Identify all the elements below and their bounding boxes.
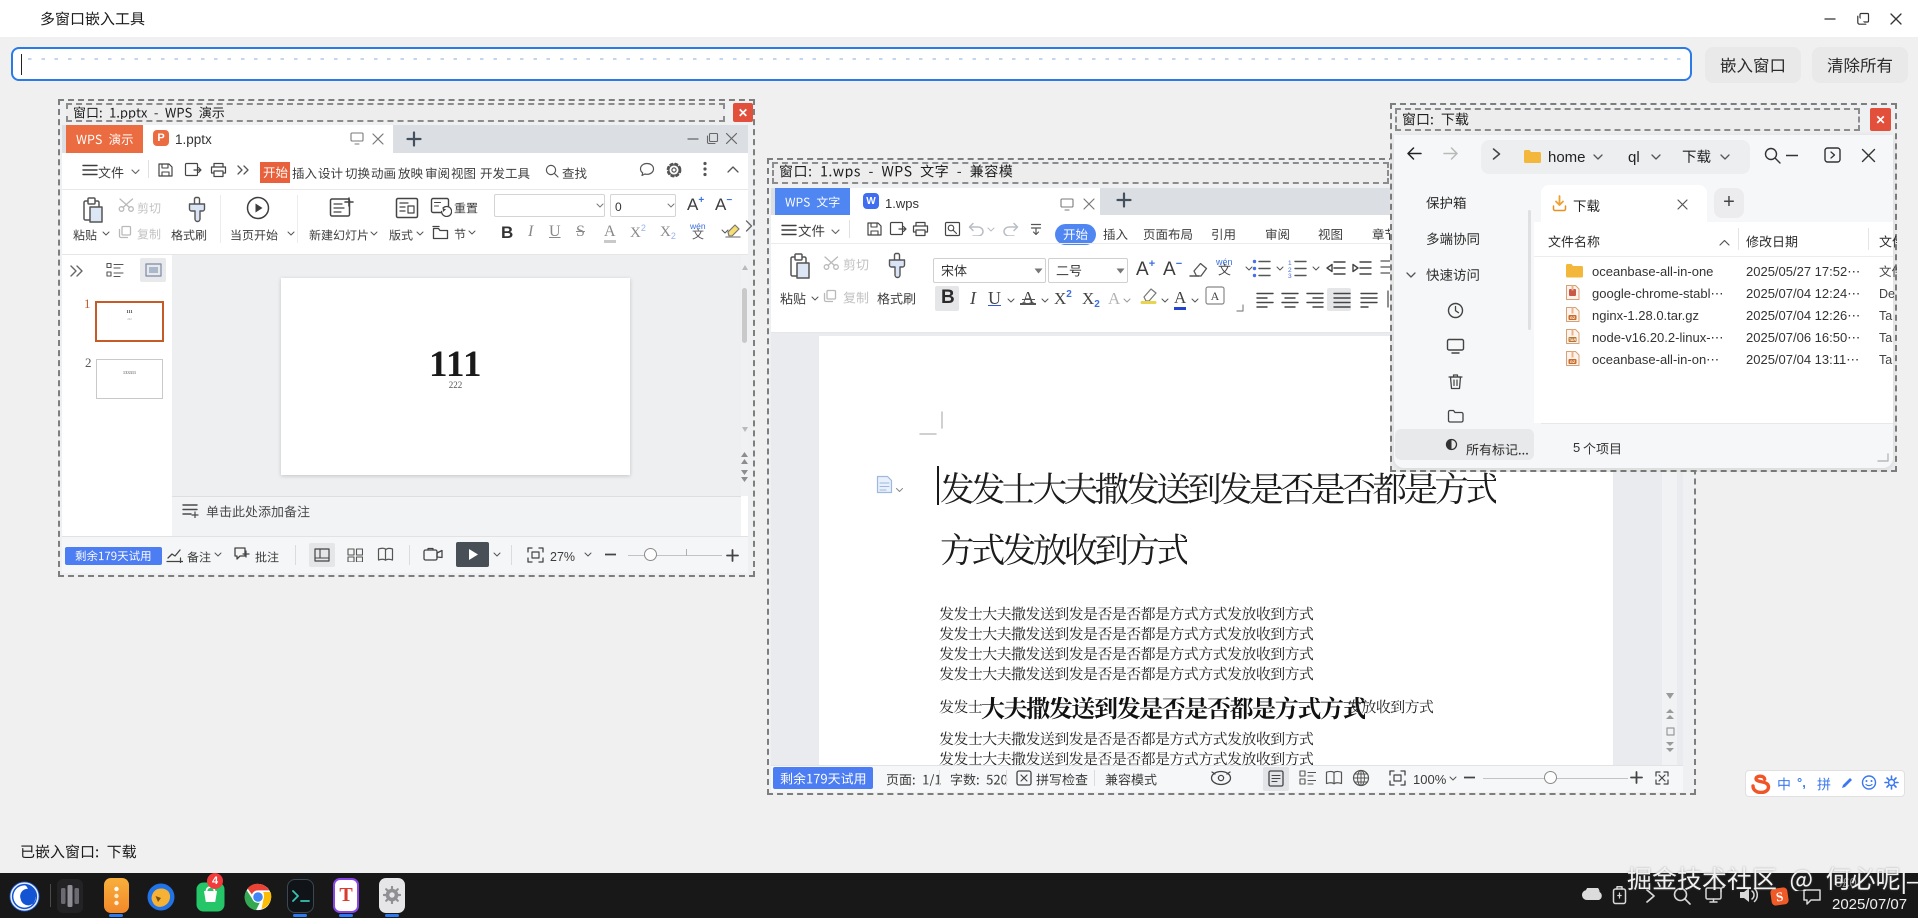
svg-text:GZ: GZ xyxy=(1570,359,1576,364)
svg-text:1: 1 xyxy=(1288,260,1292,267)
svg-text:GZ: GZ xyxy=(1570,315,1576,320)
svg-text:A: A xyxy=(1211,289,1220,303)
svg-text:TAR: TAR xyxy=(1569,338,1577,342)
svg-text:3: 3 xyxy=(1288,273,1292,278)
